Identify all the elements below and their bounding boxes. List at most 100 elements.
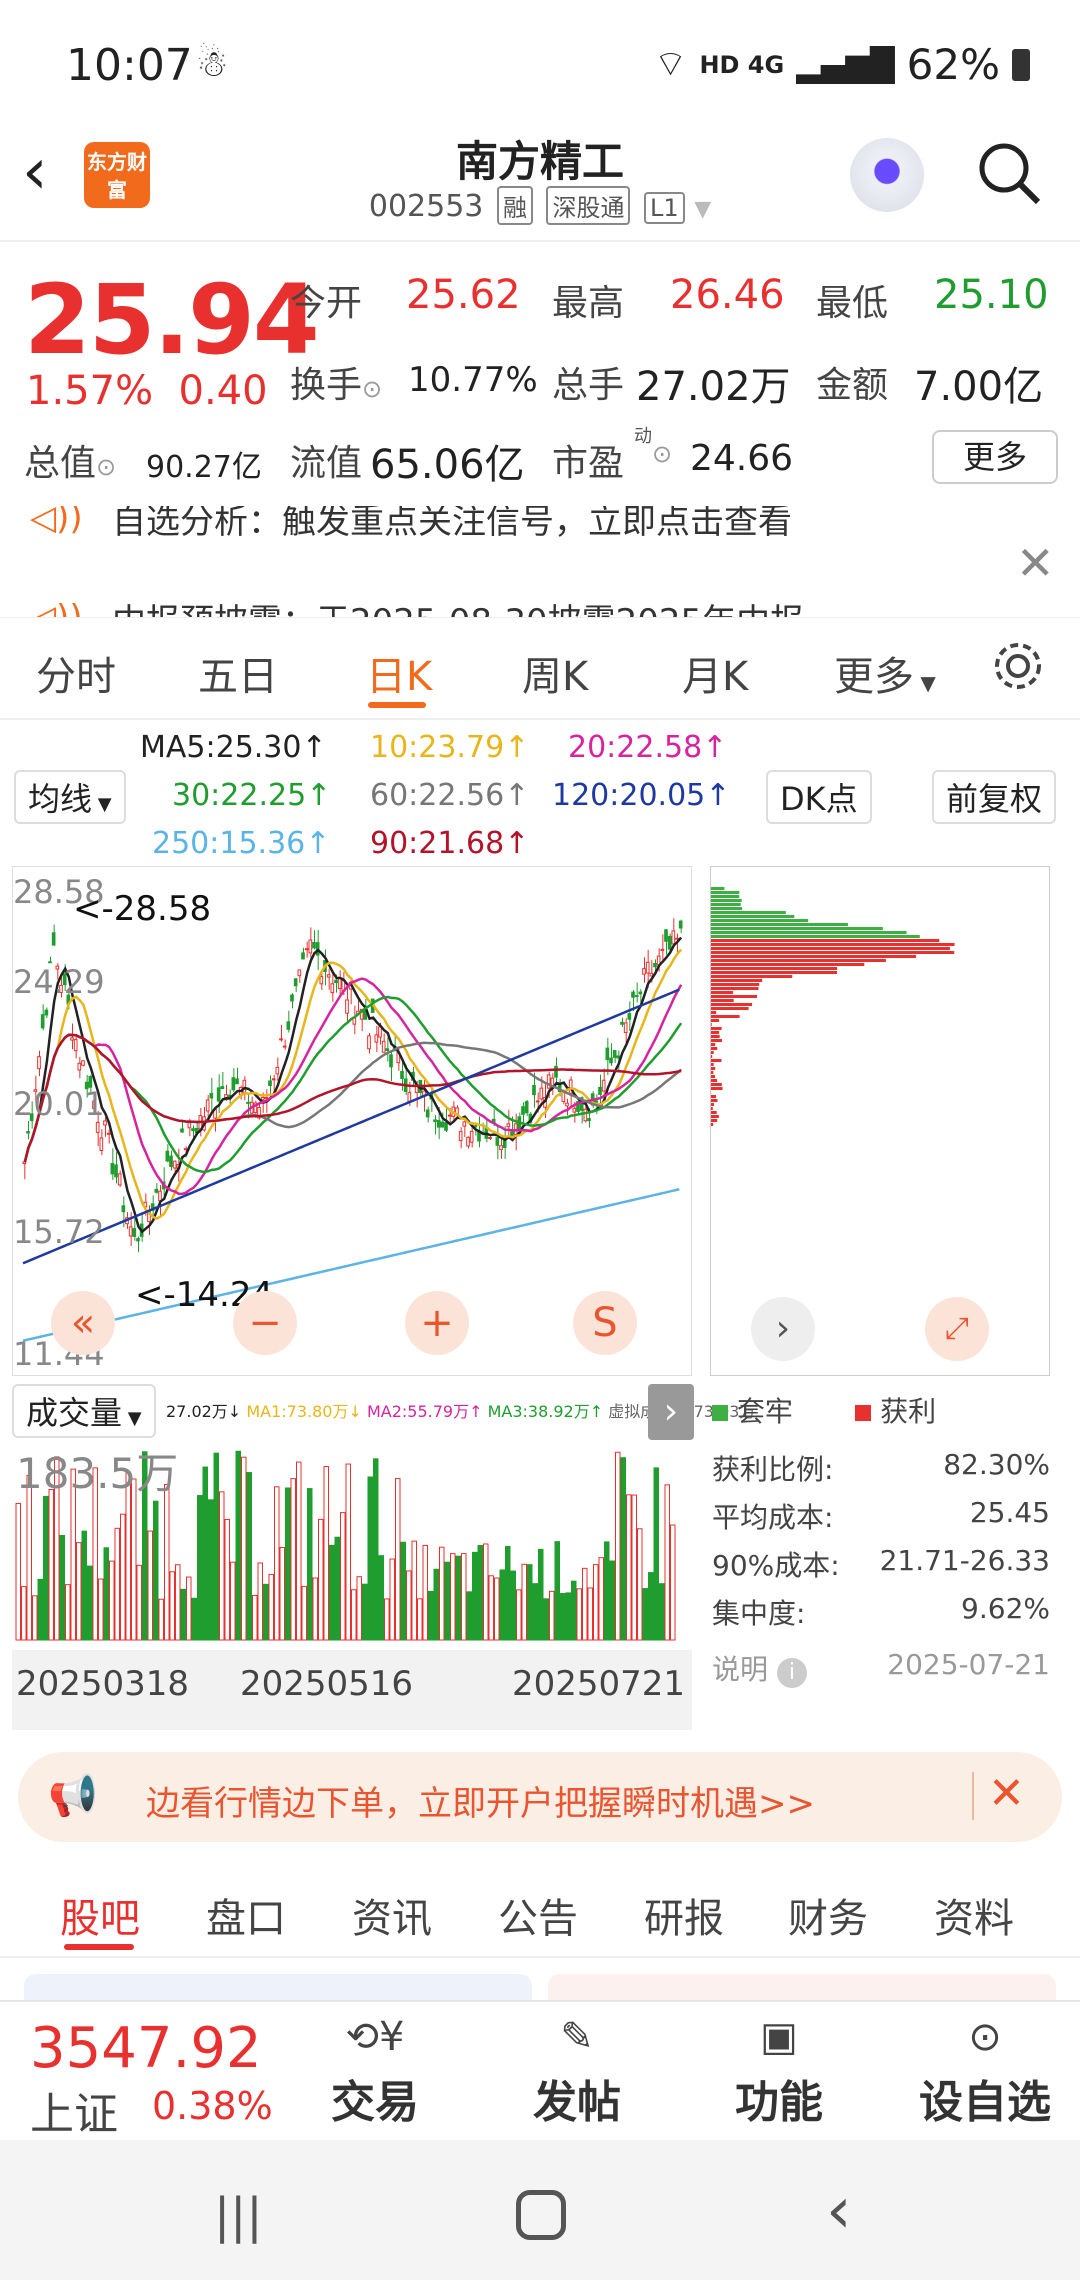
volume-chart[interactable]: 183.5万 bbox=[12, 1440, 692, 1650]
kline-chart[interactable]: 28.58 24.29 20.01 15.72 11.44 <-28.58 <-… bbox=[12, 866, 692, 1376]
volume-bar bbox=[417, 1598, 423, 1641]
volume-bar bbox=[76, 1542, 82, 1641]
vol-ma3: MA3:38.92万↑ bbox=[487, 1402, 604, 1421]
tab-announcements[interactable]: 公告 bbox=[498, 1886, 578, 1944]
zoom-out-button[interactable]: − bbox=[233, 1291, 297, 1355]
candle-body bbox=[235, 1078, 239, 1085]
current-price: 25.94 bbox=[24, 264, 320, 376]
chip-bar bbox=[711, 987, 759, 990]
tab-finance[interactable]: 财务 bbox=[788, 1886, 868, 1944]
volume-bar bbox=[312, 1577, 318, 1641]
notice-text[interactable]: 自选分析：触发重点关注信号，立即点击查看 bbox=[112, 506, 792, 543]
info-tabs: 股吧 盘口 资讯 公告 研报 财务 资料 bbox=[0, 1858, 1080, 1958]
note-link[interactable]: 说明 i bbox=[712, 1648, 807, 1688]
candle-body bbox=[609, 1057, 613, 1064]
amount-label: 金额 bbox=[816, 365, 889, 406]
close-icon[interactable]: ✕ bbox=[1016, 536, 1055, 590]
chip-bar bbox=[711, 1027, 722, 1030]
features-button[interactable]: ▣ 功能 bbox=[714, 2014, 844, 2130]
candle-body bbox=[44, 1009, 49, 1016]
low-value: 25.10 bbox=[934, 272, 1049, 318]
back-nav-icon[interactable]: ‹ bbox=[826, 2174, 852, 2248]
volume-bar bbox=[323, 1466, 329, 1641]
chip-bar bbox=[711, 1079, 718, 1082]
add-watchlist-button[interactable]: ⊙ 设自选 bbox=[910, 2014, 1060, 2130]
total-value-label[interactable]: 总值⊙ bbox=[24, 434, 116, 486]
close-icon[interactable]: ✕ bbox=[988, 1768, 1025, 1819]
home-icon[interactable] bbox=[516, 2190, 566, 2240]
chip-distribution[interactable]: › ⤢ bbox=[710, 866, 1050, 1376]
scroll-left-button[interactable]: « bbox=[51, 1291, 115, 1355]
turnover-value: 10.77% bbox=[408, 360, 538, 400]
tab-orderbook[interactable]: 盘口 bbox=[206, 1886, 286, 1944]
candle-body bbox=[506, 1123, 511, 1128]
candle-body bbox=[462, 1121, 467, 1127]
chip-bar bbox=[711, 1031, 720, 1034]
post-button[interactable]: ✎ 发帖 bbox=[512, 2014, 642, 2130]
search-icon[interactable] bbox=[976, 140, 1042, 206]
ma-selector[interactable]: 均线 ▼ bbox=[14, 770, 126, 824]
volume-bar bbox=[241, 1456, 247, 1641]
candle-body bbox=[623, 1022, 628, 1034]
tab-monthly-k[interactable]: 月K bbox=[682, 644, 748, 702]
volume-max-label: 183.5万 bbox=[16, 1449, 179, 1498]
tab-research[interactable]: 研报 bbox=[644, 1886, 724, 1944]
volume-bar bbox=[219, 1491, 225, 1641]
chevron-right-icon[interactable]: › bbox=[648, 1384, 694, 1440]
candle-body bbox=[634, 995, 639, 998]
open-value: 25.62 bbox=[406, 272, 521, 318]
settings-icon[interactable] bbox=[990, 638, 1046, 698]
robot-avatar-icon[interactable] bbox=[850, 138, 924, 212]
volume-label: 总手 bbox=[552, 365, 625, 406]
dk-point-button[interactable]: DK点 bbox=[766, 770, 872, 824]
candle-body bbox=[620, 1021, 624, 1025]
concentration-value: 9.62% bbox=[961, 1592, 1050, 1625]
volume-bar bbox=[521, 1563, 527, 1641]
candle-body bbox=[572, 1107, 577, 1113]
candle-body bbox=[447, 1114, 452, 1117]
adjust-button[interactable]: 前复权 bbox=[932, 770, 1057, 824]
expand-icon[interactable]: ⤢ bbox=[925, 1297, 989, 1361]
candle-body bbox=[532, 1084, 536, 1096]
candle-body bbox=[374, 1034, 379, 1043]
volume-bar bbox=[213, 1452, 219, 1641]
volume-bar bbox=[208, 1499, 214, 1641]
candle-body bbox=[444, 1122, 448, 1131]
tab-weekly-k[interactable]: 周K bbox=[522, 644, 588, 702]
volume-bar bbox=[664, 1484, 670, 1641]
info-icon[interactable]: ⊙ bbox=[652, 440, 672, 468]
tab-forum[interactable]: 股吧 bbox=[60, 1886, 140, 1944]
volume-bar bbox=[659, 1583, 665, 1641]
tab-intraday[interactable]: 分时 bbox=[36, 644, 116, 702]
tab-daily-k[interactable]: 日K bbox=[366, 644, 432, 702]
candle-body bbox=[319, 976, 324, 985]
ma20-value: 20:22.58↑ bbox=[568, 730, 728, 765]
pe-value: 24.66 bbox=[690, 438, 794, 479]
volume-bar bbox=[582, 1567, 588, 1641]
zoom-in-button[interactable]: + bbox=[405, 1291, 469, 1355]
volume-selector[interactable]: 成交量 ▼ bbox=[12, 1384, 156, 1438]
volume-bar bbox=[576, 1588, 582, 1641]
volume-bar bbox=[191, 1597, 197, 1641]
candle-body bbox=[601, 1079, 606, 1092]
candle-body bbox=[293, 978, 298, 987]
account-banner[interactable]: 📢 边看行情边下单，立即开户把握瞬时机遇>> ✕ bbox=[18, 1752, 1062, 1842]
volume-bar bbox=[186, 1576, 192, 1641]
signal-s-button[interactable]: S bbox=[573, 1291, 637, 1355]
recent-apps-icon[interactable]: ||| bbox=[214, 2188, 263, 2244]
candle-body bbox=[128, 1226, 133, 1237]
tab-more[interactable]: 更多 ▼ bbox=[834, 644, 936, 702]
index-value[interactable]: 3547.92 bbox=[30, 2016, 262, 2081]
signal-icon: ▂▄▆█ bbox=[796, 45, 895, 84]
more-button[interactable]: 更多 bbox=[932, 430, 1058, 484]
notice-text[interactable]: 中报预披露：于2025-08-30披露2025年中报 bbox=[112, 594, 804, 617]
volume-bar bbox=[136, 1564, 142, 1641]
tab-five-day[interactable]: 五日 bbox=[198, 644, 278, 702]
chevron-right-icon[interactable]: › bbox=[751, 1297, 815, 1361]
volume-bar bbox=[175, 1564, 181, 1641]
trade-button[interactable]: ⟲¥ 交易 bbox=[310, 2014, 440, 2130]
chip-bar bbox=[711, 975, 793, 978]
tab-news[interactable]: 资讯 bbox=[352, 1886, 432, 1944]
tab-profile[interactable]: 资料 bbox=[934, 1886, 1014, 1944]
turnover-label[interactable]: 换手⊙ bbox=[290, 356, 382, 408]
